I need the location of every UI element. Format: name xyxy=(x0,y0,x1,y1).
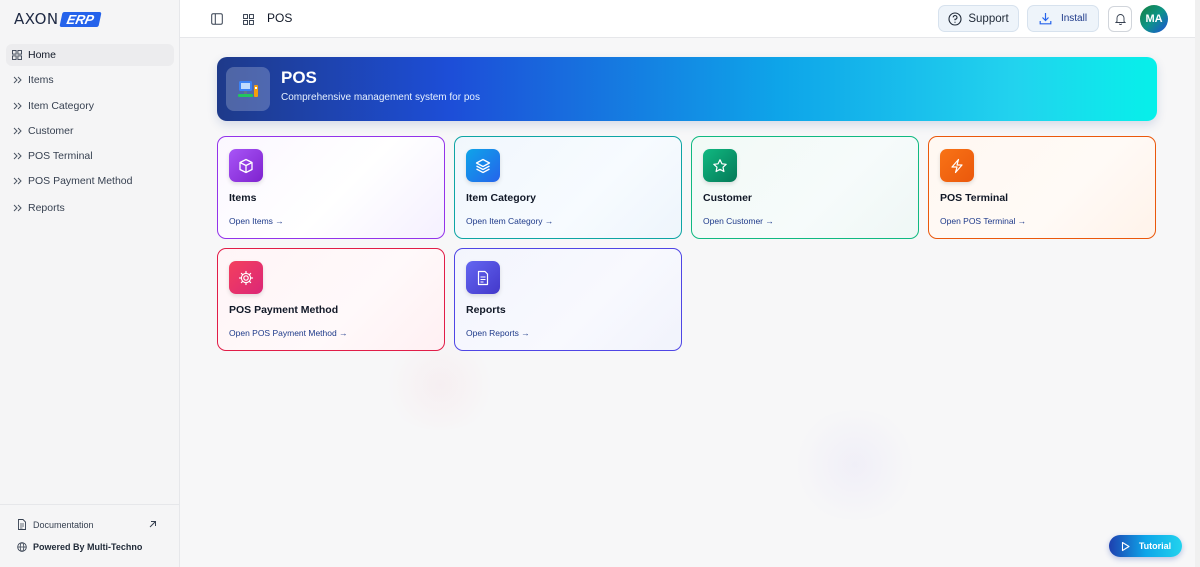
top-bar: POS Support Install MA xyxy=(180,0,1195,38)
documentation-label: Documentation xyxy=(33,519,94,530)
document-icon xyxy=(18,519,26,530)
card-item-category[interactable]: Item Category Open Item Category → xyxy=(454,136,682,239)
powered-by-label: Powered By Multi-Techno xyxy=(33,542,143,552)
support-button[interactable]: Support xyxy=(938,5,1019,32)
card-title: POS Payment Method xyxy=(229,304,339,316)
layers-icon xyxy=(466,149,500,182)
grid-icon xyxy=(12,50,22,60)
background-decoration xyxy=(790,410,920,520)
support-label: Support xyxy=(968,12,1009,25)
app-logo[interactable]: AXON ERP xyxy=(14,10,101,28)
documentation-link[interactable]: Documentation xyxy=(17,519,163,530)
bolt-icon xyxy=(940,149,974,182)
sidebar-item-label: POS Payment Method xyxy=(28,175,133,188)
tutorial-label: Tutorial xyxy=(1138,541,1172,551)
install-label: Install xyxy=(1060,13,1088,24)
sidebar-item-item-category[interactable]: Item Category xyxy=(6,95,174,117)
notifications-button[interactable] xyxy=(1108,6,1132,32)
powered-by: Powered By Multi-Techno xyxy=(17,542,142,552)
sidebar-item-pos-payment-method[interactable]: POS Payment Method xyxy=(6,170,174,192)
globe-icon xyxy=(17,542,27,552)
sidebar-footer: Documentation Powered By Multi-Techno xyxy=(0,504,180,567)
card-link[interactable]: Open Customer → xyxy=(703,216,774,226)
card-title: Items xyxy=(229,192,257,204)
card-items[interactable]: Items Open Items → xyxy=(217,136,445,239)
install-button[interactable]: Install xyxy=(1027,5,1099,32)
card-title: POS Terminal xyxy=(940,192,1009,204)
download-icon xyxy=(1039,13,1052,25)
play-icon xyxy=(1121,541,1130,551)
grid-icon xyxy=(243,12,254,30)
sidebar-item-reports[interactable]: Reports xyxy=(6,197,174,219)
sidebar-item-label: Customer xyxy=(28,124,74,137)
sidebar-item-label: POS Terminal xyxy=(28,150,93,163)
chevrons-right-icon xyxy=(12,203,22,213)
sidebar-item-label: Home xyxy=(28,49,57,61)
card-pos-terminal[interactable]: POS Terminal Open POS Terminal → xyxy=(928,136,1156,239)
chevrons-right-icon xyxy=(12,176,22,186)
gear-icon xyxy=(229,261,263,294)
chevrons-right-icon xyxy=(12,151,22,161)
background-decoration xyxy=(380,340,500,430)
pos-terminal-icon xyxy=(226,67,270,111)
logo-erp-text: ERP xyxy=(59,11,101,27)
card-reports[interactable]: Reports Open Reports → xyxy=(454,248,682,351)
sidebar-nav: Home Items Item Category Customer POS Te… xyxy=(6,44,174,223)
help-circle-icon xyxy=(948,11,962,26)
banner-title: POS xyxy=(281,68,317,87)
chevrons-right-icon xyxy=(12,126,22,136)
card-title: Reports xyxy=(466,304,506,316)
tutorial-button[interactable]: Tutorial xyxy=(1109,535,1182,557)
sidebar-item-label: Items xyxy=(28,74,54,87)
card-link[interactable]: Open POS Payment Method → xyxy=(229,328,348,338)
card-title: Customer xyxy=(703,192,753,204)
star-icon xyxy=(703,149,737,182)
chevrons-right-icon xyxy=(12,101,22,111)
sidebar-item-label: Reports xyxy=(28,202,65,215)
sidebar-item-pos-terminal[interactable]: POS Terminal xyxy=(6,145,174,167)
scrollbar[interactable] xyxy=(1195,0,1200,567)
sidebar-toggle-icon[interactable] xyxy=(211,12,223,30)
chevrons-right-icon xyxy=(12,75,22,85)
sidebar-item-items[interactable]: Items xyxy=(6,69,174,91)
card-link[interactable]: Open POS Terminal → xyxy=(940,216,1026,226)
sidebar-item-home[interactable]: Home xyxy=(6,44,174,66)
logo-axon-text: AXON xyxy=(14,10,59,28)
bell-icon xyxy=(1114,14,1126,25)
document-icon xyxy=(466,261,500,294)
external-link-icon xyxy=(149,521,156,528)
card-title: Item Category xyxy=(466,192,537,204)
page-title: POS xyxy=(267,11,293,25)
sidebar: AXON ERP Home Items Item Category Custom… xyxy=(0,0,180,567)
sidebar-item-customer[interactable]: Customer xyxy=(6,120,174,142)
card-customer[interactable]: Customer Open Customer → xyxy=(691,136,919,239)
avatar[interactable]: MA xyxy=(1140,5,1168,33)
card-pos-payment-method[interactable]: POS Payment Method Open POS Payment Meth… xyxy=(217,248,445,351)
card-link[interactable]: Open Items → xyxy=(229,216,284,226)
box-icon xyxy=(229,149,263,182)
sidebar-item-label: Item Category xyxy=(28,99,94,112)
banner-subtitle: Comprehensive management system for pos xyxy=(281,92,480,103)
module-banner: POS Comprehensive management system for … xyxy=(217,57,1157,121)
card-link[interactable]: Open Reports → xyxy=(466,328,530,338)
card-link[interactable]: Open Item Category → xyxy=(466,216,553,226)
